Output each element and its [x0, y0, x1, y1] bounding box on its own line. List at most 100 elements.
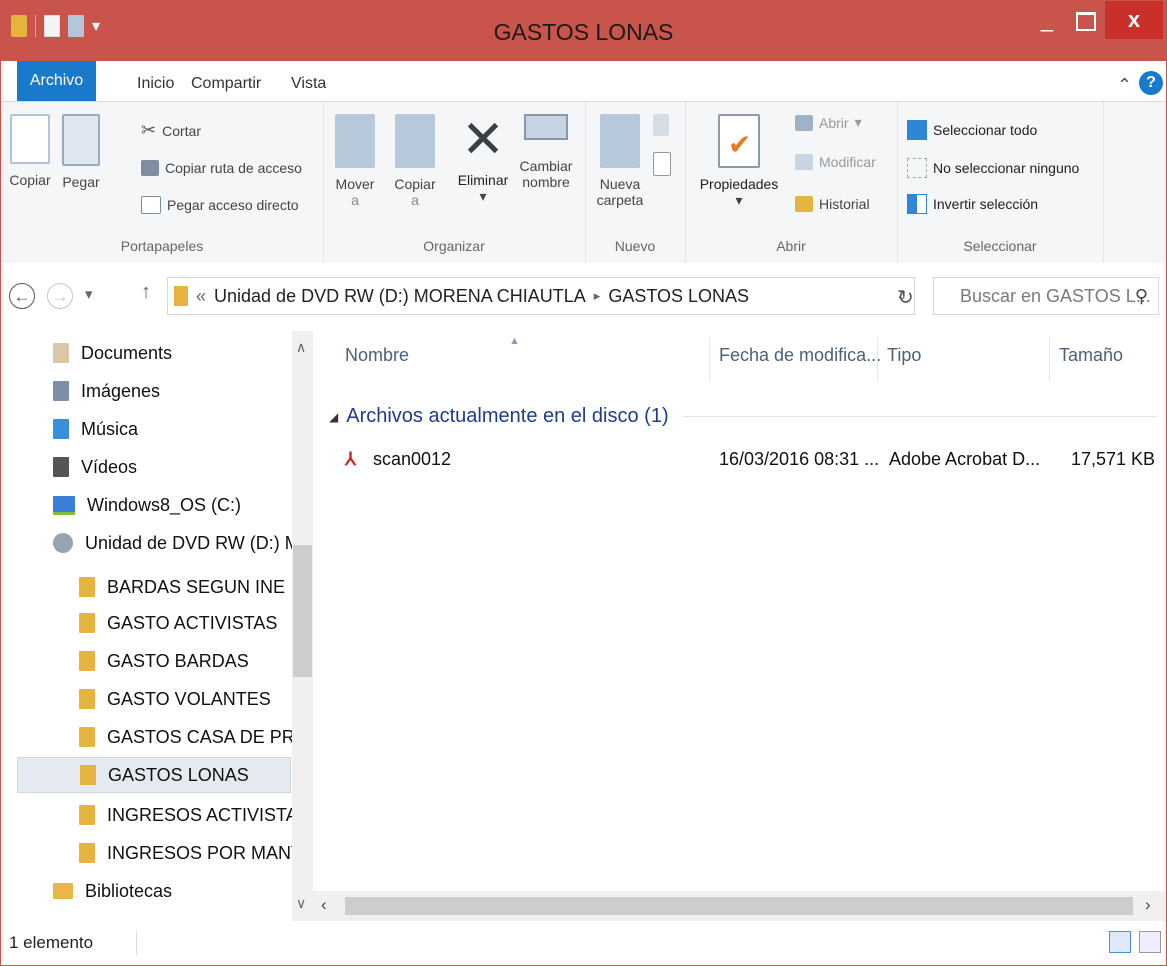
group-abrir: Propiedades ▾ Abrir ▾ Modificar Historial…: [685, 102, 898, 262]
nav-item-gasto-activistas[interactable]: GASTO ACTIVISTAS: [79, 605, 277, 641]
group-nuevo: Nueva carpeta Nuevo: [585, 102, 686, 262]
edit-label: Modificar: [819, 154, 876, 170]
breadcrumb-folder[interactable]: GASTOS LONAS: [608, 286, 749, 307]
nav-scrollbar[interactable]: ∧ ∨: [292, 331, 313, 921]
open-label: Abrir: [819, 114, 849, 131]
copy-button[interactable]: Copiar: [9, 114, 51, 188]
chevron-right-icon[interactable]: ›: [1145, 895, 1151, 915]
copy-path-button[interactable]: Copiar ruta de acceso: [141, 160, 302, 176]
nav-item-videos[interactable]: Vídeos: [53, 449, 137, 485]
group-portapapeles: Copiar Pegar ✂ Cortar Copiar ruta de acc…: [1, 102, 324, 262]
paste-shortcut-button[interactable]: Pegar acceso directo: [141, 196, 299, 214]
nav-item-ingresos-mantas[interactable]: INGRESOS POR MANTAS: [79, 835, 313, 871]
easy-access-button[interactable]: [653, 152, 671, 176]
invert-selection-button[interactable]: Invertir selección: [907, 194, 1038, 214]
copy-to-button[interactable]: Copiar a: [393, 114, 437, 208]
maximize-button[interactable]: [1067, 1, 1105, 39]
file-row[interactable]: ⅄ scan0012 16/03/2016 08:31 ... Adobe Ac…: [341, 443, 1161, 477]
new-item-button[interactable]: [653, 114, 669, 136]
item-count: 1 elemento: [9, 933, 94, 952]
tab-archivo[interactable]: Archivo: [17, 61, 96, 101]
address-bar-row: ← → ▾ ↑ « Unidad de DVD RW (D:) MORENA C…: [1, 263, 1166, 332]
rename-sub-label: nombre: [522, 174, 570, 190]
breadcrumb-drive[interactable]: Unidad de DVD RW (D:) MORENA CHIAUTLA: [214, 286, 586, 307]
column-header-modified[interactable]: Fecha de modifica...: [719, 345, 881, 366]
nav-item-dvd-d[interactable]: Unidad de DVD RW (D:) M: [53, 525, 300, 561]
column-header-name[interactable]: Nombre: [345, 345, 409, 366]
cut-button[interactable]: ✂ Cortar: [141, 120, 201, 141]
up-button[interactable]: ↑: [141, 281, 151, 304]
nav-item-bardas-segun-ine[interactable]: BARDAS SEGUN INE: [79, 569, 285, 605]
horizontal-scrollbar[interactable]: ‹ ›: [313, 891, 1166, 921]
copy-path-icon: [141, 160, 159, 176]
invert-selection-icon: [907, 194, 927, 214]
delete-button[interactable]: ✕ Eliminar ▾: [455, 114, 511, 205]
chevron-up-icon[interactable]: ⌃: [1117, 75, 1132, 96]
nav-item-gasto-volantes[interactable]: GASTO VOLANTES: [79, 681, 271, 717]
tab-vista[interactable]: Vista: [291, 75, 326, 93]
search-input[interactable]: Buscar en GASTOS L... ⚲: [933, 277, 1159, 315]
folder-icon: [79, 577, 95, 597]
breadcrumb-separator[interactable]: ▸: [594, 288, 601, 304]
scrollbar-thumb[interactable]: [293, 545, 312, 677]
group-header[interactable]: ◢ Archivos actualmente en el disco (1): [329, 405, 1157, 428]
history-label: Historial: [819, 196, 870, 212]
nav-item-gasto-bardas[interactable]: GASTO BARDAS: [79, 643, 249, 679]
tab-compartir[interactable]: Compartir: [191, 75, 261, 93]
refresh-icon[interactable]: ↻: [897, 285, 914, 310]
details-view-icon[interactable]: [1109, 931, 1131, 953]
nav-item-musica[interactable]: Música: [53, 411, 138, 447]
search-placeholder: Buscar en GASTOS L...: [960, 286, 1151, 306]
move-to-button[interactable]: Mover a: [333, 114, 377, 208]
scrollbar-thumb[interactable]: [345, 897, 1133, 915]
nav-item-documents[interactable]: Documents: [53, 335, 172, 371]
column-divider[interactable]: [709, 337, 710, 381]
select-all-button[interactable]: Seleccionar todo: [907, 120, 1037, 140]
new-folder-icon: [600, 114, 640, 168]
column-divider[interactable]: [877, 337, 878, 381]
edit-button[interactable]: Modificar: [795, 154, 876, 170]
nav-item-label: BARDAS SEGUN INE: [107, 577, 286, 597]
minimize-button[interactable]: _: [1027, 1, 1067, 39]
move-label: Mover: [335, 176, 375, 192]
select-all-icon: [907, 120, 927, 140]
nav-item-imagenes[interactable]: Imágenes: [53, 373, 160, 409]
rename-button[interactable]: Cambiar nombre: [515, 114, 577, 190]
tab-inicio[interactable]: Inicio: [137, 75, 174, 93]
easy-access-icon: [653, 152, 671, 176]
nav-item-bibliotecas[interactable]: Bibliotecas: [53, 873, 172, 909]
nav-item-gastos-casa[interactable]: GASTOS CASA DE PRECA: [79, 719, 313, 755]
nav-item-gastos-lonas[interactable]: GASTOS LONAS: [17, 757, 291, 793]
column-divider[interactable]: [1049, 337, 1050, 381]
cut-label: Cortar: [162, 122, 201, 139]
open-button[interactable]: Abrir ▾: [795, 114, 862, 131]
nav-item-ingresos-activistas[interactable]: INGRESOS ACTIVISTAS: [79, 797, 310, 833]
recent-locations-button[interactable]: ▾: [85, 285, 93, 303]
close-button[interactable]: x: [1105, 1, 1163, 39]
folder-icon: [174, 286, 188, 306]
chevron-down-icon[interactable]: ∨: [296, 895, 306, 912]
large-icons-view-icon[interactable]: [1139, 931, 1161, 953]
chevron-left-icon[interactable]: ‹: [321, 895, 327, 915]
back-button[interactable]: ←: [9, 283, 35, 309]
history-button[interactable]: Historial: [795, 196, 870, 212]
breadcrumb-overflow[interactable]: «: [196, 286, 206, 307]
column-header-size[interactable]: Tamaño: [1059, 345, 1123, 366]
select-none-button[interactable]: No seleccionar ninguno: [907, 158, 1079, 178]
new-folder-button[interactable]: Nueva carpeta: [593, 114, 647, 208]
nav-item-drive-c[interactable]: Windows8_OS (C:): [53, 487, 241, 523]
paste-label: Pegar: [62, 174, 100, 190]
delete-icon: ✕: [461, 111, 505, 169]
nav-item-label: Bibliotecas: [85, 881, 173, 901]
help-icon[interactable]: ?: [1139, 71, 1163, 95]
properties-button[interactable]: Propiedades ▾: [691, 114, 787, 209]
column-header-type[interactable]: Tipo: [887, 345, 921, 366]
navigation-pane: Documents Imágenes Música Vídeos Windows…: [1, 331, 313, 921]
edit-icon: [795, 154, 813, 170]
group-label: Seleccionar: [963, 238, 1037, 254]
forward-button[interactable]: →: [47, 283, 73, 309]
paste-button[interactable]: Pegar: [59, 114, 103, 190]
address-bar[interactable]: « Unidad de DVD RW (D:) MORENA CHIAUTLA …: [167, 277, 915, 315]
nav-item-label: GASTOS CASA DE PRECA: [107, 727, 313, 747]
chevron-up-icon[interactable]: ∧: [296, 339, 306, 356]
